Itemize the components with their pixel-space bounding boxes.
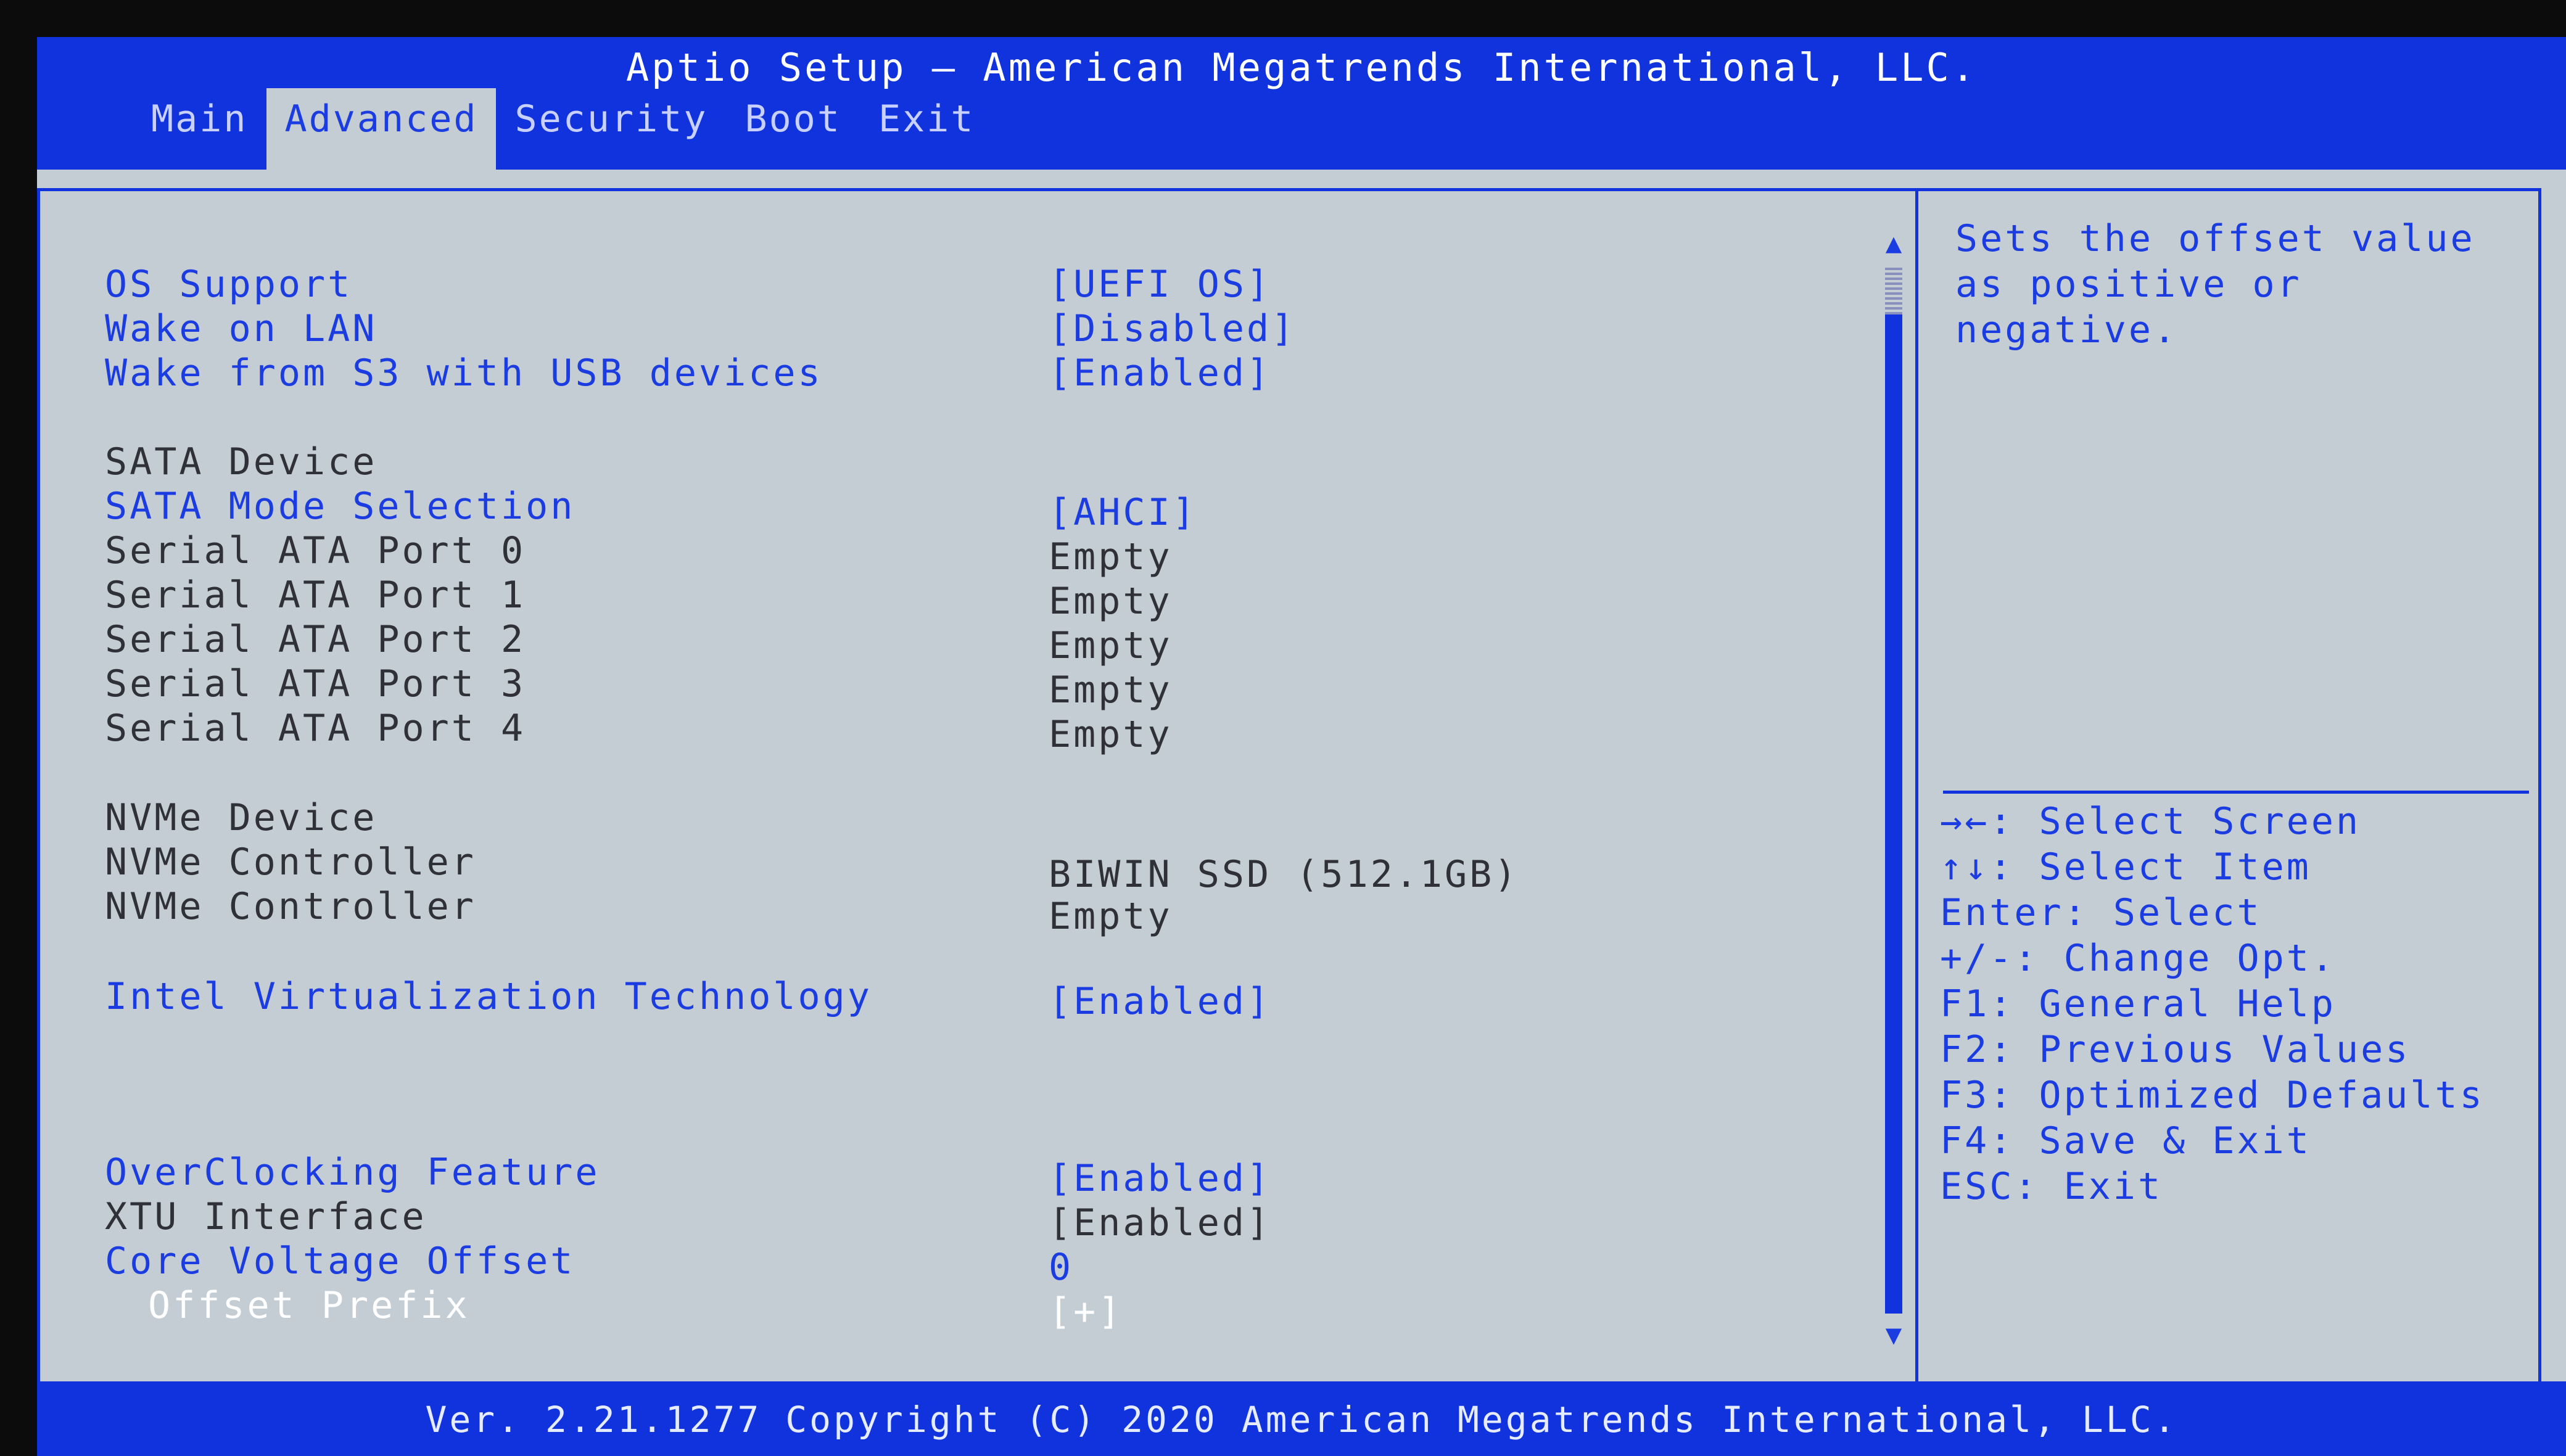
header-bar: Aptio Setup – American Megatrends Intern… — [37, 37, 2566, 176]
help-description: Sets the offset value as positive or neg… — [1955, 216, 2529, 353]
sata-port-4-value: Empty — [1049, 713, 1173, 756]
key-previous-values: F2: Previous Values — [1940, 1028, 2411, 1071]
tab-boot[interactable]: Boot — [726, 88, 860, 144]
help-divider — [1943, 791, 2529, 794]
setting-core-voltage-offset-value[interactable]: 0 — [1049, 1245, 1073, 1289]
sata-port-1-value: Empty — [1049, 580, 1173, 623]
scroll-up-arrow-icon[interactable]: ▲ — [1881, 228, 1906, 259]
xtu-interface-value: [Enabled] — [1049, 1201, 1272, 1244]
section-sata-device: SATA Device — [105, 440, 377, 483]
scroll-thumb[interactable] — [1885, 265, 1902, 315]
copyright-text: Ver. 2.21.1277 Copyright (C) 2020 Americ… — [425, 1399, 2178, 1441]
footer-bar: Ver. 2.21.1277 Copyright (C) 2020 Americ… — [37, 1381, 2566, 1456]
scroll-track[interactable] — [1885, 315, 1902, 1314]
sata-port-2-label: Serial ATA Port 2 — [105, 618, 526, 661]
tab-bar: Main Advanced Security Boot Exit — [133, 88, 994, 176]
setting-sata-mode-value[interactable]: [AHCI] — [1049, 490, 1197, 535]
nvme-controller-2-value: Empty — [1049, 895, 1173, 938]
nvme-controller-2-label: NVMe Controller — [105, 885, 476, 928]
sata-port-3-label: Serial ATA Port 3 — [105, 662, 526, 705]
setting-wake-on-lan-label[interactable]: Wake on LAN — [105, 306, 377, 351]
key-legend: →←: Select Screen ↑↓: Select Item Enter:… — [1940, 799, 2532, 1209]
setting-os-support-value[interactable]: [UEFI OS] — [1049, 262, 1271, 306]
body-panel: OS Support [UEFI OS] Wake on LAN [Disabl… — [37, 170, 2566, 1400]
app-title: Aptio Setup – American Megatrends Intern… — [625, 45, 1978, 90]
setting-core-voltage-offset-label[interactable]: Core Voltage Offset — [105, 1239, 575, 1283]
setting-os-support-label[interactable]: OS Support — [105, 262, 352, 306]
sata-port-1-label: Serial ATA Port 1 — [105, 574, 526, 617]
xtu-interface-label: XTU Interface — [105, 1195, 427, 1238]
tab-security[interactable]: Security — [496, 88, 726, 144]
setting-wake-on-lan-value[interactable]: [Disabled] — [1049, 306, 1296, 351]
key-save-exit: F4: Save & Exit — [1940, 1119, 2311, 1162]
nvme-controller-1-value: BIWIN SSD (512.1GB) — [1049, 853, 1519, 896]
key-optimized-defaults: F3: Optimized Defaults — [1940, 1074, 2485, 1117]
setting-sata-mode-label[interactable]: SATA Mode Selection — [105, 484, 575, 529]
scrollbar[interactable]: ▲ ▼ — [1881, 228, 1906, 1363]
key-enter-select: Enter: Select — [1940, 891, 2262, 934]
sata-port-4-label: Serial ATA Port 4 — [105, 707, 526, 750]
key-change-opt: +/-: Change Opt. — [1940, 937, 2336, 980]
help-line: as positive or — [1955, 263, 2302, 306]
key-select-item: ↑↓: Select Item — [1940, 845, 2311, 889]
setting-wake-from-s3-value[interactable]: [Enabled] — [1049, 351, 1271, 395]
setting-intel-vt-value[interactable]: [Enabled] — [1049, 979, 1271, 1024]
scroll-down-arrow-icon[interactable]: ▼ — [1881, 1320, 1906, 1351]
section-nvme-device: NVMe Device — [105, 796, 377, 839]
key-esc-exit: ESC: Exit — [1940, 1165, 2163, 1208]
bios-screen: Aptio Setup – American Megatrends Intern… — [37, 37, 2566, 1456]
setting-intel-vt-label[interactable]: Intel Virtualization Technology — [105, 974, 872, 1019]
setting-overclocking-value[interactable]: [Enabled] — [1049, 1156, 1271, 1201]
key-general-help: F1: General Help — [1940, 982, 2336, 1026]
tab-advanced[interactable]: Advanced — [266, 88, 497, 176]
setting-offset-prefix-value[interactable]: [+] — [1049, 1289, 1123, 1334]
key-select-screen: →←: Select Screen — [1940, 800, 2361, 843]
sata-port-2-value: Empty — [1049, 624, 1173, 667]
sata-port-3-value: Empty — [1049, 668, 1173, 712]
help-line: negative. — [1955, 308, 2179, 352]
tab-exit[interactable]: Exit — [860, 88, 994, 144]
nvme-controller-1-label: NVMe Controller — [105, 841, 476, 884]
sata-port-0-value: Empty — [1049, 535, 1173, 578]
tab-main[interactable]: Main — [133, 88, 266, 144]
help-line: Sets the offset value — [1955, 217, 2475, 260]
setting-wake-from-s3-label[interactable]: Wake from S3 with USB devices — [105, 351, 823, 395]
setting-overclocking-label[interactable]: OverClocking Feature — [105, 1150, 600, 1195]
sata-port-0-label: Serial ATA Port 0 — [105, 529, 526, 572]
setting-offset-prefix-label[interactable]: Offset Prefix — [148, 1283, 470, 1328]
